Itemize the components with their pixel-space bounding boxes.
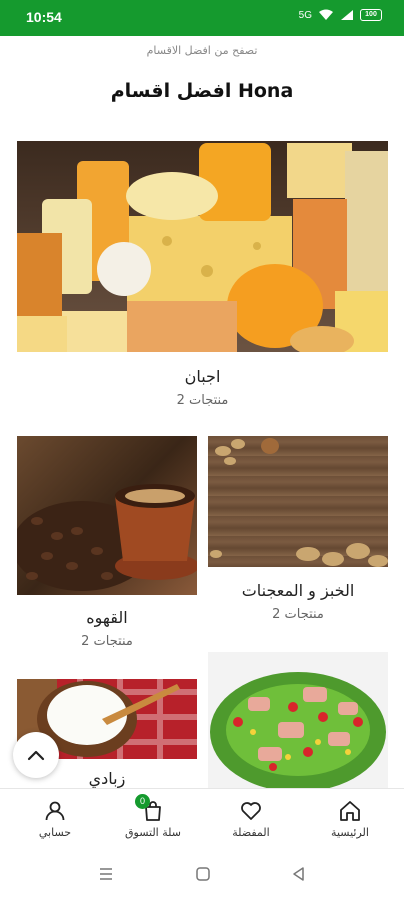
category-count: 2 منتجات: [176, 393, 229, 408]
nav-account-label: حسابي: [38, 826, 72, 839]
section-title: افضل اقسام Hona: [110, 80, 294, 102]
category-name: الخبز و المعجنات: [241, 581, 355, 600]
category-card-bread[interactable]: الخبز و المعجنات 2 منتجات: [208, 436, 388, 636]
section-subtitle: تصفح من افضل الاقسام: [146, 44, 258, 57]
nav-home[interactable]: الرئيسية: [310, 799, 390, 839]
user-icon: [45, 801, 65, 821]
category-card-salad[interactable]: [208, 652, 388, 788]
status-time: 10:54: [26, 9, 62, 25]
status-icons: 5G 100: [299, 9, 382, 21]
nav-favorites[interactable]: المفضلة: [211, 799, 291, 839]
home-icon: [340, 801, 360, 821]
bottom-nav: الرئيسية المفضلة 0 سلة التسوق حسابي: [0, 788, 404, 848]
category-name: القهوه: [86, 608, 128, 627]
cart-count-badge: 0: [135, 794, 150, 809]
coffee-illustration: [17, 484, 197, 591]
category-image-salad: [208, 652, 388, 788]
system-nav-bar: [0, 848, 404, 900]
category-image-cheese: [17, 141, 388, 352]
category-card-coffee[interactable]: القهوه 2 منتجات: [17, 436, 197, 656]
status-bar: 10:54 5G 100: [0, 0, 404, 36]
heart-icon: [241, 802, 261, 820]
nav-cart-label: سلة التسوق: [124, 826, 181, 839]
nav-account[interactable]: حسابي: [15, 799, 95, 839]
wifi-icon: [319, 9, 333, 20]
home-button-icon[interactable]: [195, 866, 211, 882]
category-count: 2 منتجات: [272, 607, 324, 622]
back-icon[interactable]: [291, 866, 307, 882]
menu-icon[interactable]: [98, 866, 114, 882]
category-image-bread: [208, 436, 388, 567]
nav-favorites-label: المفضلة: [232, 826, 270, 839]
category-count: 2 منتجات: [81, 634, 133, 649]
scroll-to-top-button[interactable]: [13, 732, 59, 778]
nav-home-label: الرئيسية: [331, 826, 369, 839]
salad-illustration: [210, 672, 386, 788]
category-name: اجبان: [184, 367, 221, 386]
category-image-coffee: [17, 436, 197, 595]
network-type: 5G: [298, 9, 312, 21]
chevron-up-icon: [27, 750, 45, 761]
bread-illustration: [210, 438, 388, 567]
cheese-illustration: [17, 143, 388, 352]
signal-icon: [341, 10, 353, 20]
battery-icon: 100: [360, 9, 382, 21]
category-card-cheese[interactable]: اجبان 2 منتجات: [17, 141, 388, 411]
nav-cart[interactable]: 0 سلة التسوق: [113, 794, 193, 839]
